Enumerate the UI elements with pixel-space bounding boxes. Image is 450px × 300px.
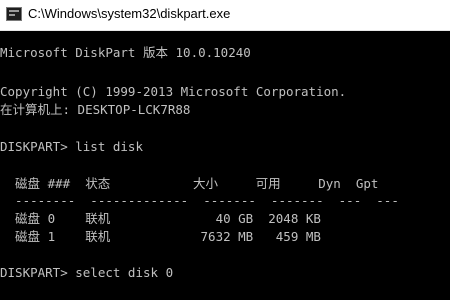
command-select-disk: DISKPART> select disk 0	[0, 265, 174, 280]
title-bar[interactable]: C:\Windows\system32\diskpart.exe	[0, 0, 450, 31]
command-list-disk: DISKPART> list disk	[0, 139, 143, 154]
version-line: Microsoft DiskPart 版本 10.0.10240	[0, 45, 251, 60]
disk-table-header: 磁盘 ### 状态 大小 可用 Dyn Gpt	[0, 176, 379, 191]
window-title: C:\Windows\system32\diskpart.exe	[28, 6, 231, 21]
console-output[interactable]: Microsoft DiskPart 版本 10.0.10240 Copyrig…	[0, 30, 450, 300]
computer-name-line: 在计算机上: DESKTOP-LCK7R88	[0, 102, 191, 117]
console-icon	[6, 7, 22, 21]
disk-table-row: 磁盘 0 联机 40 GB 2048 KB	[0, 211, 321, 226]
copyright-line: Copyright (C) 1999-2013 Microsoft Corpor…	[0, 84, 347, 99]
disk-table-separator: -------- ------------- ------- ------- -…	[0, 193, 399, 208]
disk-table-row: 磁盘 1 联机 7632 MB 459 MB	[0, 229, 321, 244]
